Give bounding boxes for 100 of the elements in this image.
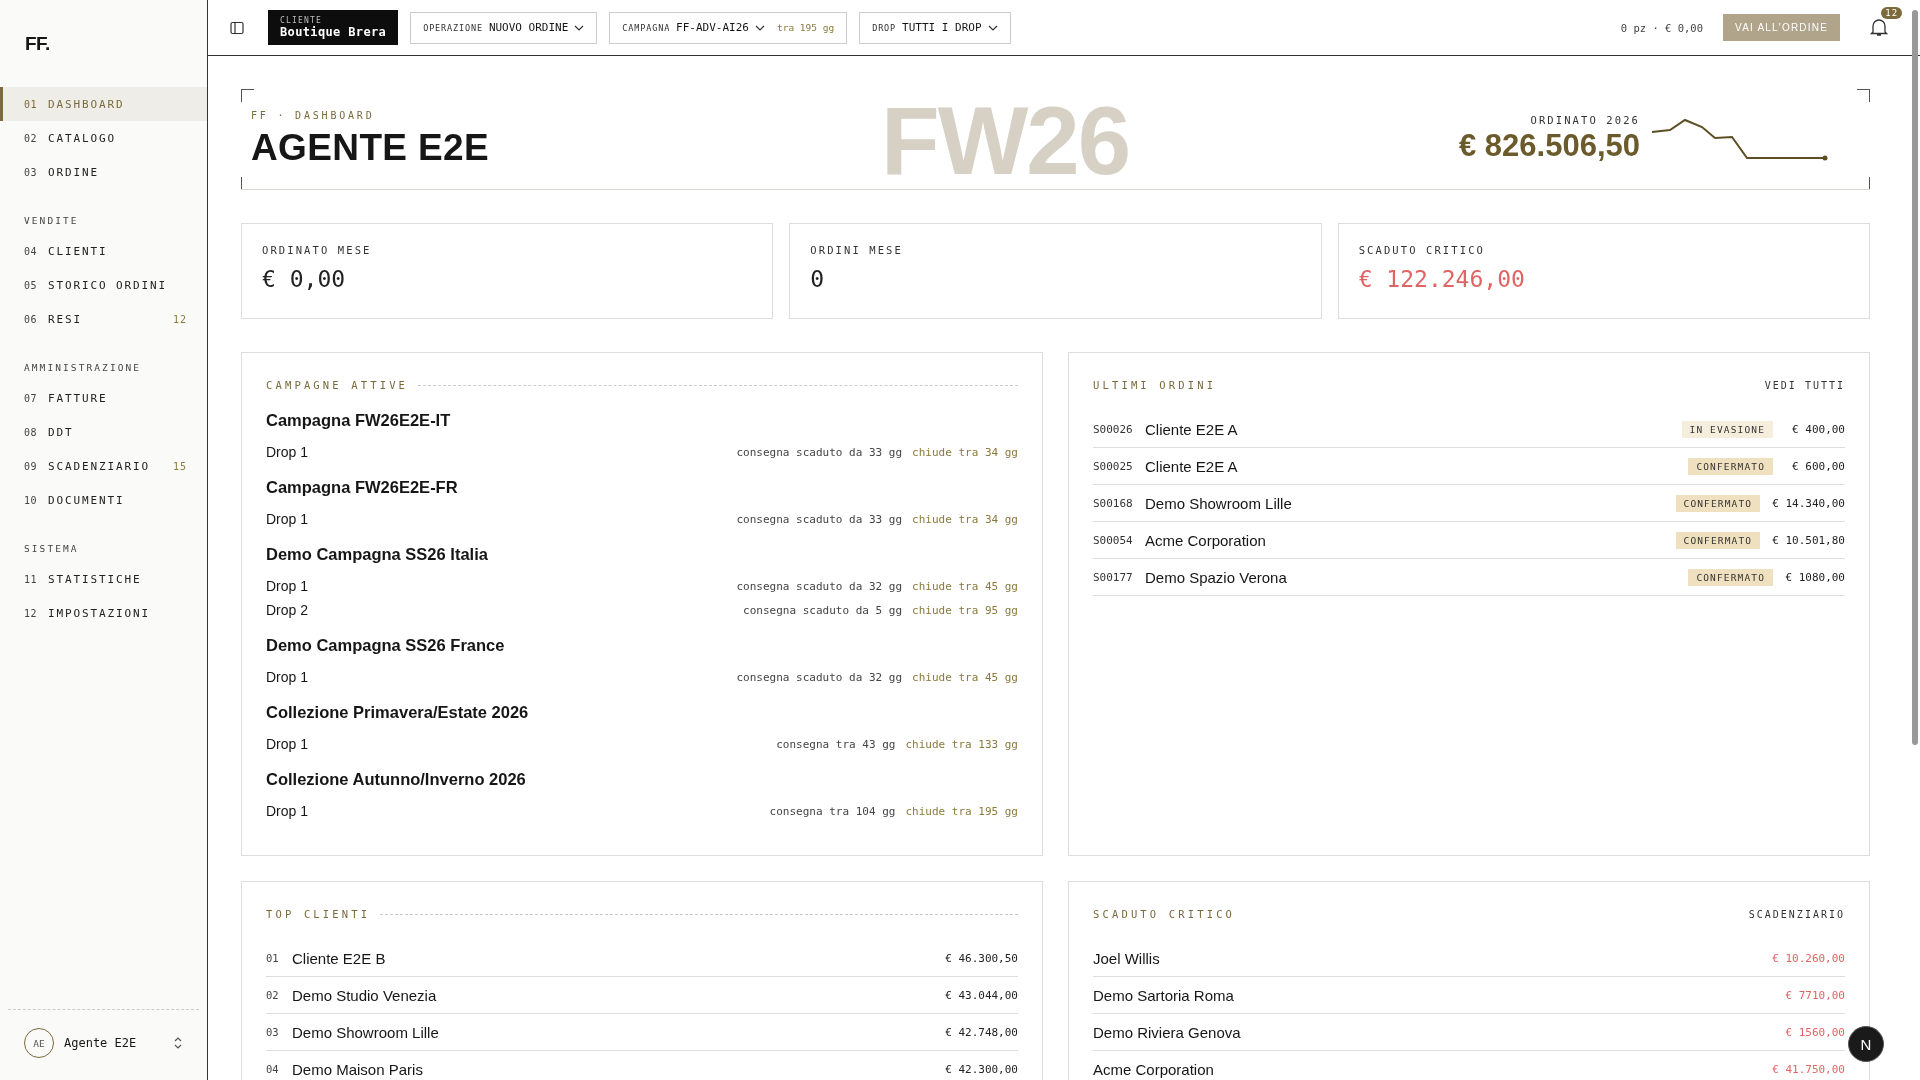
chevron-updown-icon[interactable] bbox=[173, 1036, 183, 1050]
client-amount: € 42.300,00 bbox=[945, 1062, 1018, 1076]
nav-item[interactable]: 12 IMPOSTAZIONI bbox=[0, 596, 207, 630]
panel-title: CAMPAGNE ATTIVE bbox=[266, 379, 409, 391]
order-row[interactable]: S00177 Demo Spazio Verona CONFERMATO € 1080,00 bbox=[1093, 559, 1845, 596]
bell-icon[interactable] bbox=[1870, 16, 1888, 37]
drop-name: Drop 2 bbox=[266, 602, 309, 618]
nav-section-heading: SISTEMA bbox=[23, 543, 80, 554]
nav-item[interactable]: 01 DASHBOARD bbox=[0, 87, 207, 121]
campaign-name[interactable]: Campagna FW26E2E-IT bbox=[266, 411, 1018, 430]
kpi-label: ORDINATO MESE bbox=[262, 244, 373, 256]
overdue-row[interactable]: Joel Willis € 10.260,00 bbox=[1093, 940, 1845, 977]
nav-item[interactable]: 07 FATTURE bbox=[0, 381, 207, 415]
customer-name: Demo Showroom Lille bbox=[1145, 494, 1293, 512]
panel-title: TOP CLIENTI bbox=[266, 908, 371, 920]
nav-item[interactable]: 10 DOCUMENTI bbox=[0, 483, 207, 517]
drop-name: Drop 1 bbox=[266, 803, 309, 819]
nav-item[interactable]: 09 SCADENZIARIO 15 bbox=[0, 449, 207, 483]
logo: FF. bbox=[24, 32, 50, 55]
delivery-status: consegna scaduto da 32 gg bbox=[736, 579, 903, 593]
breadcrumb: FF · DASHBOARD bbox=[251, 109, 376, 121]
campaign-name[interactable]: Demo Campagna SS26 France bbox=[266, 636, 1018, 655]
filter-dropdown[interactable]: DROP TUTTI I DROP bbox=[859, 11, 1011, 44]
order-code: S00026 bbox=[1093, 422, 1133, 436]
order-amount: € 400,00 bbox=[1791, 422, 1845, 436]
delivery-status: consegna scaduto da 5 gg bbox=[743, 603, 903, 617]
drop-name: Drop 1 bbox=[266, 444, 309, 460]
drop-name: Drop 1 bbox=[266, 578, 309, 594]
nav-item[interactable]: 11 STATISTICHE bbox=[0, 562, 207, 596]
nav-item[interactable]: 04 CLIENTI bbox=[0, 234, 207, 268]
backdrop-lettering: FW26 bbox=[881, 93, 1130, 189]
order-row[interactable]: S00054 Acme Corporation CONFERMATO € 10.501,80 bbox=[1093, 522, 1845, 559]
customer-name: Demo Spazio Verona bbox=[1145, 568, 1288, 586]
overdue-amount: € 7710,00 bbox=[1785, 988, 1845, 1002]
client-name: Cliente E2E B bbox=[292, 949, 387, 967]
client-row[interactable]: 01 Cliente E2E B € 46.300,50 bbox=[266, 940, 1018, 977]
client-name: Demo Showroom Lille bbox=[292, 1023, 440, 1041]
filter-dropdown[interactable]: CAMPAGNA FF-ADV-AI26 tra 195 gg bbox=[609, 11, 848, 44]
sidebar-toggle-icon[interactable] bbox=[230, 20, 244, 35]
client-row[interactable]: 03 Demo Showroom Lille € 42.748,00 bbox=[266, 1014, 1018, 1051]
closing-status: chiude tra 34 gg bbox=[912, 445, 1018, 459]
chevron-down-icon bbox=[754, 24, 765, 31]
overdue-row[interactable]: Demo Sartoria Roma € 7710,00 bbox=[1093, 977, 1845, 1014]
client-amount: € 43.044,00 bbox=[945, 988, 1018, 1002]
status-badge: CONFERMATO bbox=[1688, 568, 1773, 586]
nav-item[interactable]: 06 RESI 12 bbox=[0, 302, 207, 336]
client-row[interactable]: 04 Demo Maison Paris € 42.300,00 bbox=[266, 1051, 1018, 1080]
kpi-label: ORDINI MESE bbox=[810, 244, 904, 256]
view-all-link[interactable]: VEDI TUTTI bbox=[1764, 379, 1845, 391]
order-amount: € 600,00 bbox=[1791, 459, 1845, 473]
drop-name: Drop 1 bbox=[266, 736, 309, 752]
page-title: AGENTE E2E bbox=[251, 126, 490, 169]
delivery-status: consegna scaduto da 32 gg bbox=[736, 670, 903, 684]
order-code: S00177 bbox=[1093, 570, 1133, 584]
chevron-down-icon bbox=[574, 24, 585, 31]
dev-tools-button[interactable]: N bbox=[1848, 1026, 1884, 1062]
schedule-link[interactable]: SCADENZIARIO bbox=[1748, 908, 1845, 920]
panel-title: SCADUTO CRITICO bbox=[1093, 908, 1236, 920]
order-code: S00054 bbox=[1093, 533, 1133, 547]
client-name: Demo Maison Paris bbox=[292, 1060, 424, 1078]
overdue-row[interactable]: Demo Riviera Genova € 1560,00 bbox=[1093, 1014, 1845, 1051]
closing-status: chiude tra 34 gg bbox=[912, 512, 1018, 526]
panel-title: ULTIMI ORDINI bbox=[1093, 379, 1217, 391]
status-badge: CONFERMATO bbox=[1675, 531, 1761, 549]
client-name: Demo Studio Venezia bbox=[292, 986, 438, 1004]
campaign-name[interactable]: Collezione Primavera/Estate 2026 bbox=[266, 703, 1018, 722]
client-name: Demo Riviera Genova bbox=[1093, 1023, 1242, 1041]
overdue-amount: € 41.750,00 bbox=[1772, 1062, 1845, 1076]
order-row[interactable]: S00026 Cliente E2E A IN EVASIONE € 400,00 bbox=[1093, 411, 1845, 448]
order-amount: € 1080,00 bbox=[1785, 570, 1845, 584]
status-badge: IN EVASIONE bbox=[1681, 420, 1773, 438]
order-code: S00025 bbox=[1093, 459, 1133, 473]
campaign-name[interactable]: Campagna FW26E2E-FR bbox=[266, 478, 1018, 497]
scrollbar[interactable] bbox=[1912, 10, 1918, 745]
order-row[interactable]: S00168 Demo Showroom Lille CONFERMATO € 14.340,00 bbox=[1093, 485, 1845, 522]
client-rank: 01 bbox=[266, 952, 280, 964]
campaign-name[interactable]: Collezione Autunno/Inverno 2026 bbox=[266, 770, 1018, 789]
client-row[interactable]: 02 Demo Studio Venezia € 43.044,00 bbox=[266, 977, 1018, 1014]
delivery-status: consegna scaduto da 33 gg bbox=[736, 445, 903, 459]
nav-item[interactable]: 02 CATALOGO bbox=[0, 121, 207, 155]
nav-item[interactable]: 08 DDT bbox=[0, 415, 207, 449]
client-rank: 02 bbox=[266, 989, 280, 1001]
chevron-down-icon bbox=[987, 24, 998, 31]
client-amount: € 46.300,50 bbox=[945, 951, 1018, 965]
cart-summary: 0 pz · € 0,00 bbox=[1620, 21, 1703, 34]
drop-name: Drop 1 bbox=[266, 669, 309, 685]
nav-section-heading: VENDITE bbox=[23, 215, 80, 226]
closing-status: chiude tra 133 gg bbox=[905, 737, 1018, 751]
filter-dropdown[interactable]: OPERAZIONE NUOVO ORDINE bbox=[410, 11, 598, 44]
campaign-name[interactable]: Demo Campagna SS26 Italia bbox=[266, 545, 1018, 564]
user-name: Agente E2E bbox=[64, 1036, 138, 1050]
client-selector[interactable]: CLIENTE Boutique Brera bbox=[268, 10, 399, 45]
order-row[interactable]: S00025 Cliente E2E A CONFERMATO € 600,00 bbox=[1093, 448, 1845, 485]
closing-status: chiude tra 195 gg bbox=[905, 804, 1018, 818]
nav-item[interactable]: 05 STORICO ORDINI bbox=[0, 268, 207, 302]
nav-item[interactable]: 03 ORDINE bbox=[0, 155, 207, 189]
status-badge: CONFERMATO bbox=[1675, 494, 1761, 512]
status-badge: CONFERMATO bbox=[1688, 457, 1773, 475]
overdue-amount: € 10.260,00 bbox=[1772, 951, 1845, 965]
overdue-row[interactable]: Acme Corporation € 41.750,00 bbox=[1093, 1051, 1845, 1080]
